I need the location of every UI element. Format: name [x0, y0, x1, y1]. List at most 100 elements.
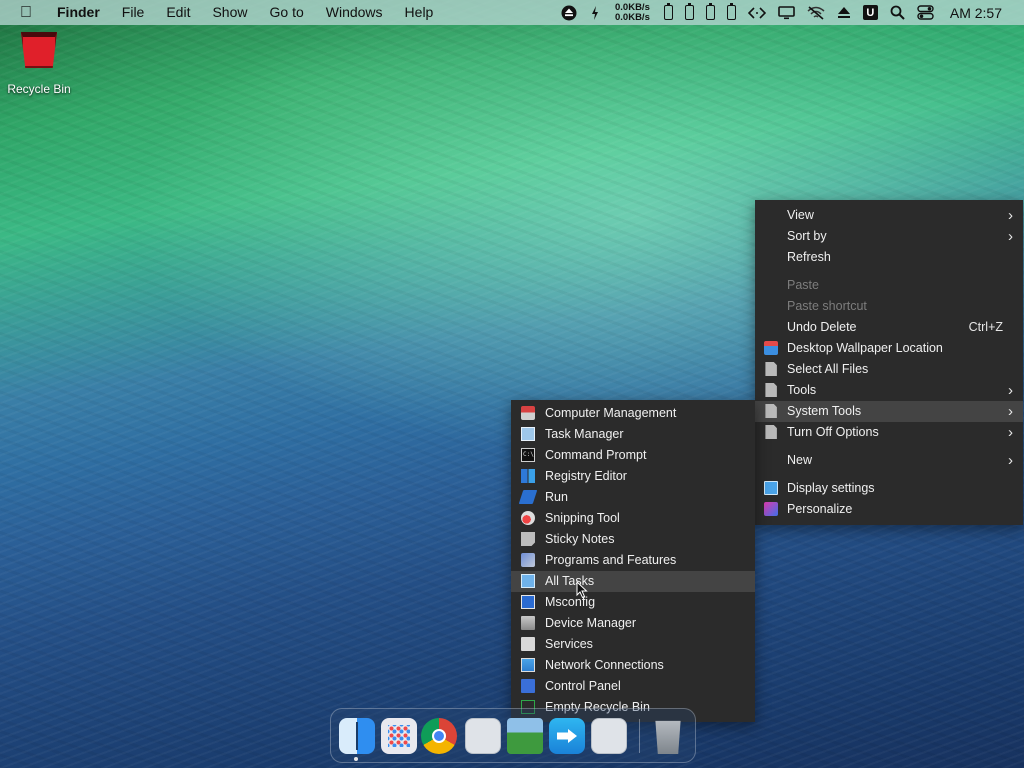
code-arrows-icon[interactable]: [742, 0, 772, 25]
desktop-recycle-bin[interactable]: Recycle Bin: [4, 32, 74, 96]
menu-show[interactable]: Show: [201, 0, 258, 25]
menubar-clock[interactable]: AM 2:57: [940, 0, 1024, 25]
eject-disk-icon[interactable]: [831, 0, 857, 25]
phone-icon[interactable]: [679, 0, 700, 25]
menu-item-label: Select All Files: [787, 362, 869, 376]
menu-item-label: Paste shortcut: [787, 299, 867, 313]
submenu-item-network-connections[interactable]: Network Connections: [511, 655, 755, 676]
menu-item-label: Device Manager: [545, 616, 637, 630]
chevron-right-icon: ›: [1008, 382, 1013, 399]
menu-bar:  Finder File Edit Show Go to Windows He…: [0, 0, 1024, 25]
migration-assistant-icon[interactable]: [549, 718, 585, 754]
file-icon: [765, 362, 777, 376]
submenu-item-programs-and-features[interactable]: Programs and Features: [511, 550, 755, 571]
menu-item-label: New: [787, 453, 813, 467]
menu-item-undo-delete[interactable]: Undo Delete Ctrl+Z: [755, 317, 1023, 338]
system-tools-submenu: Computer Management Task Manager C:\ Com…: [511, 400, 755, 722]
menu-item-label: Control Panel: [545, 679, 621, 693]
recycle-bin-label: Recycle Bin: [7, 82, 71, 96]
device-battery-icon[interactable]: [721, 0, 742, 25]
control-center-icon[interactable]: [911, 0, 940, 25]
wallpaper-icon: [764, 341, 778, 355]
chevron-right-icon: ›: [1008, 424, 1013, 441]
menu-item-view[interactable]: View ›: [755, 205, 1023, 226]
menu-item-label: Tools: [787, 383, 817, 397]
menu-file[interactable]: File: [111, 0, 156, 25]
finder-icon[interactable]: [339, 718, 375, 754]
menu-item-sort-by[interactable]: Sort by ›: [755, 226, 1023, 247]
menu-item-system-tools[interactable]: System Tools ›: [755, 401, 1023, 422]
blank-app-icon[interactable]: [591, 718, 627, 754]
submenu-item-snipping-tool[interactable]: Snipping Tool: [511, 508, 755, 529]
msconfig-icon: [521, 595, 535, 609]
submenu-item-computer-management[interactable]: Computer Management: [511, 403, 755, 424]
blank-app-icon[interactable]: [465, 718, 501, 754]
phone-battery-icon[interactable]: [700, 0, 721, 25]
task-manager-icon: [521, 427, 535, 441]
battery-icon[interactable]: [658, 0, 679, 25]
submenu-item-sticky-notes[interactable]: Sticky Notes: [511, 529, 755, 550]
display-icon[interactable]: [772, 0, 801, 25]
menu-item-select-all-files[interactable]: Select All Files: [755, 359, 1023, 380]
submenu-item-msconfig[interactable]: Msconfig: [511, 592, 755, 613]
menu-windows[interactable]: Windows: [315, 0, 394, 25]
menu-item-label: Sort by: [787, 229, 827, 243]
menu-item-label: System Tools: [787, 404, 862, 418]
services-icon: [521, 637, 535, 651]
chrome-icon[interactable]: [421, 718, 457, 754]
menu-item-refresh[interactable]: Refresh: [755, 247, 1023, 268]
chevron-right-icon: ›: [1008, 452, 1013, 469]
menu-help[interactable]: Help: [394, 0, 445, 25]
file-icon: [765, 383, 777, 397]
menu-item-label: Display settings: [787, 481, 875, 495]
menu-item-paste: Paste: [755, 275, 1023, 296]
submenu-item-services[interactable]: Services: [511, 634, 755, 655]
device-manager-icon: [521, 616, 535, 630]
network-speed[interactable]: 0.0KB/s 0.0KB/s: [607, 0, 658, 25]
chevron-right-icon: ›: [1008, 228, 1013, 245]
chevron-right-icon: ›: [1008, 207, 1013, 224]
apple-icon[interactable]: : [0, 0, 46, 25]
menu-item-label: Turn Off Options: [787, 425, 879, 439]
sync-icon[interactable]: [583, 0, 607, 25]
submenu-item-command-prompt[interactable]: C:\ Command Prompt: [511, 445, 755, 466]
wifi-off-icon[interactable]: [801, 0, 831, 25]
network-connections-icon: [521, 658, 535, 672]
submenu-item-device-manager[interactable]: Device Manager: [511, 613, 755, 634]
menu-item-turn-off-options[interactable]: Turn Off Options ›: [755, 422, 1023, 443]
menu-item-personalize[interactable]: Personalize: [755, 499, 1023, 520]
menu-item-label: Sticky Notes: [545, 532, 615, 546]
submenu-item-all-tasks[interactable]: All Tasks: [511, 571, 755, 592]
menu-item-wallpaper-location[interactable]: Desktop Wallpaper Location: [755, 338, 1023, 359]
file-icon: [765, 425, 777, 439]
eject-icon[interactable]: [555, 0, 583, 25]
u-app-icon[interactable]: U: [857, 0, 884, 25]
dock: [330, 708, 696, 763]
menu-item-label: Computer Management: [545, 406, 677, 420]
menu-go-to[interactable]: Go to: [259, 0, 315, 25]
snipping-tool-icon: [521, 511, 535, 525]
menu-item-new[interactable]: New ›: [755, 450, 1023, 471]
menu-edit[interactable]: Edit: [155, 0, 201, 25]
chevron-right-icon: ›: [1008, 403, 1013, 420]
menu-item-label: Snipping Tool: [545, 511, 620, 525]
menu-item-display-settings[interactable]: Display settings: [755, 478, 1023, 499]
submenu-item-run[interactable]: Run: [511, 487, 755, 508]
menu-item-label: View: [787, 208, 814, 222]
menu-item-label: Desktop Wallpaper Location: [787, 341, 943, 355]
launchpad-icon[interactable]: [381, 718, 417, 754]
trash-icon[interactable]: [655, 720, 681, 754]
submenu-item-task-manager[interactable]: Task Manager: [511, 424, 755, 445]
menu-item-tools[interactable]: Tools ›: [755, 380, 1023, 401]
menu-item-label: Run: [545, 490, 568, 504]
submenu-item-control-panel[interactable]: Control Panel: [511, 676, 755, 697]
submenu-item-registry-editor[interactable]: Registry Editor: [511, 466, 755, 487]
spotlight-search-icon[interactable]: [884, 0, 911, 25]
photo-app-icon[interactable]: [507, 718, 543, 754]
running-indicator: [354, 757, 358, 761]
menu-item-label: Registry Editor: [545, 469, 627, 483]
mouse-cursor-icon: [576, 581, 588, 599]
menu-app-finder[interactable]: Finder: [46, 0, 111, 25]
recycle-bin-icon: [21, 32, 57, 68]
menu-item-label: Personalize: [787, 502, 853, 516]
